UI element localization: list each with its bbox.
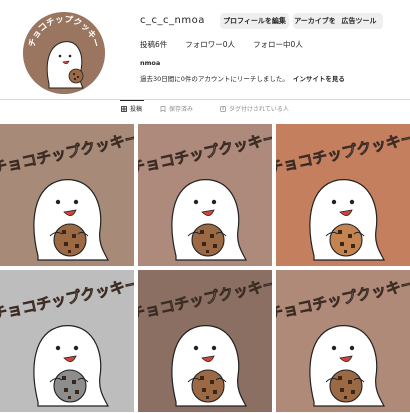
avatar[interactable]: チョコチップクッキー	[23, 12, 105, 94]
post-tile[interactable]: チョコチップクッキー	[138, 124, 272, 266]
ghost-eye	[331, 199, 337, 205]
profile-stats: 投稿6件 フォロワー0人 フォロー中0人	[140, 39, 321, 50]
ghost-eye	[349, 345, 355, 351]
ghost-eye	[331, 345, 337, 351]
display-name: nmoa	[140, 59, 161, 67]
post-tile[interactable]: チョコチップクッキー	[276, 270, 410, 412]
ghost-eye	[55, 199, 61, 205]
ghost-eye	[73, 199, 79, 205]
tab-posts[interactable]: 投稿	[121, 104, 142, 113]
reach-text: 過去30日間に0件のアカウントにリーチしました。	[140, 75, 289, 83]
following-count[interactable]: フォロー中0人	[253, 39, 303, 50]
post-tile[interactable]: チョコチップクッキー	[0, 270, 134, 412]
tab-saved[interactable]: 保存済み	[160, 104, 193, 113]
edit-profile-button[interactable]: プロフィールを編集	[220, 13, 289, 29]
post-tile[interactable]: チョコチップクッキー	[138, 270, 272, 412]
ad-tools-button[interactable]: 広告ツール	[335, 13, 383, 29]
profile-tabs: 投稿 保存済み タグ付けされている人	[0, 100, 410, 118]
reach-summary: 過去30日間に0件のアカウントにリーチしました。 インサイトを見る	[140, 73, 345, 83]
ghost-eye	[211, 199, 217, 205]
tab-saved-label: 保存済み	[169, 106, 194, 113]
posts-count: 投稿6件	[140, 40, 168, 49]
ghost-eye	[211, 345, 217, 351]
ghost-eye	[73, 345, 79, 351]
insights-link[interactable]: インサイトを見る	[293, 75, 345, 83]
bookmark-icon	[160, 105, 166, 112]
tag-icon	[220, 105, 226, 112]
ghost-eye	[55, 345, 61, 351]
grid-icon	[121, 105, 127, 112]
tab-tagged-label: タグ付けされている人	[229, 106, 289, 113]
tab-tagged[interactable]: タグ付けされている人	[220, 104, 289, 113]
post-tile[interactable]: チョコチップクッキー	[276, 124, 410, 266]
ghost-eye	[193, 199, 199, 205]
ghost-eye	[193, 345, 199, 351]
ghost-eye	[349, 199, 355, 205]
tab-posts-label: 投稿	[130, 106, 143, 113]
avatar-arc-text: チョコチップクッキー	[27, 14, 100, 49]
posts-grid: チョコチップクッキー チョコチップクッキー チョコチップクッキー チョコチップク…	[0, 124, 410, 413]
username: c_c_c_nmoa	[140, 15, 205, 26]
svg-text:チョコチップクッキー: チョコチップクッキー	[27, 14, 100, 49]
post-tile[interactable]: チョコチップクッキー	[0, 124, 134, 266]
followers-count[interactable]: フォロワー0人	[185, 39, 235, 50]
